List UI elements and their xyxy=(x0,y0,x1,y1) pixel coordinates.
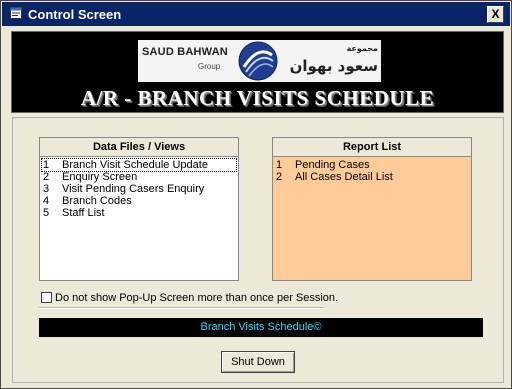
status-bar: Branch Visits Schedule© xyxy=(39,318,483,337)
globe-icon xyxy=(238,41,278,81)
list-item-number: 5 xyxy=(43,207,50,219)
form-icon xyxy=(10,7,22,19)
report-list-header: Report List xyxy=(273,138,471,157)
list-item-enquiry-screen[interactable]: 2 Enquiry Screen xyxy=(42,171,236,183)
list-item-branch-visit-schedule-update[interactable]: 1 Branch Visit Schedule Update xyxy=(41,158,237,172)
list-item-label: Pending Cases xyxy=(295,159,370,171)
list-item-staff-list[interactable]: 5 Staff List xyxy=(42,207,236,219)
company-logo: SAUD BAHWAN Group مجموعة سعود بهوان xyxy=(138,40,381,82)
list-item-label: All Cases Detail List xyxy=(295,171,393,183)
logo-company-name: SAUD BAHWAN xyxy=(142,46,228,58)
popup-once-checkbox[interactable] xyxy=(41,292,52,303)
list-item-label: Branch Visit Schedule Update xyxy=(62,159,208,171)
list-item-number: 4 xyxy=(43,195,50,207)
list-item-number: 2 xyxy=(43,171,50,183)
list-item-visit-pending-casers-enquiry[interactable]: 3 Visit Pending Casers Enquiry xyxy=(42,183,236,195)
list-item-label: Branch Codes xyxy=(62,195,132,207)
logo-arabic-company: سعود بهوان xyxy=(289,57,378,75)
logo-arabic-group: مجموعة xyxy=(346,44,378,53)
list-item-all-cases-detail-list[interactable]: 2 All Cases Detail List xyxy=(275,171,469,183)
data-files-body: 1 Branch Visit Schedule Update 2 Enquiry… xyxy=(40,157,238,280)
list-item-label: Staff List xyxy=(62,207,105,219)
header-banner: SAUD BAHWAN Group مجموعة سعود بهوان A/R … xyxy=(11,31,504,113)
divider xyxy=(39,307,324,309)
data-files-list[interactable]: Data Files / Views 1 Branch Visit Schedu… xyxy=(39,137,239,281)
report-list-body: 1 Pending Cases 2 All Cases Detail List xyxy=(273,157,471,280)
list-item-label: Visit Pending Casers Enquiry xyxy=(62,183,205,195)
window-title: Control Screen xyxy=(28,7,122,22)
title-bar[interactable]: Control Screen X xyxy=(2,2,510,26)
report-list[interactable]: Report List 1 Pending Cases 2 All Cases … xyxy=(272,137,472,281)
list-item-number: 3 xyxy=(43,183,50,195)
list-item-branch-codes[interactable]: 4 Branch Codes xyxy=(42,195,236,207)
status-text: Branch Visits Schedule© xyxy=(200,321,322,333)
close-button[interactable]: X xyxy=(487,6,504,23)
list-item-number: 2 xyxy=(276,171,283,183)
list-item-label: Enquiry Screen xyxy=(62,171,138,183)
banner-title: A/R - BRANCH VISITS SCHEDULE xyxy=(80,86,435,110)
control-screen-window: Control Screen X SAUD BAHWAN Group مجموع… xyxy=(0,0,512,389)
popup-once-label[interactable]: Do not show Pop-Up Screen more than once… xyxy=(55,292,338,304)
list-item-pending-cases[interactable]: 1 Pending Cases xyxy=(275,159,469,171)
data-files-header: Data Files / Views xyxy=(40,138,238,157)
close-icon: X xyxy=(491,7,500,21)
list-item-number: 1 xyxy=(43,159,50,171)
main-panel: Data Files / Views 1 Branch Visit Schedu… xyxy=(12,117,504,383)
logo-group-text: Group xyxy=(198,62,221,71)
list-item-number: 1 xyxy=(276,159,283,171)
shut-down-button[interactable]: Shut Down xyxy=(221,351,295,373)
